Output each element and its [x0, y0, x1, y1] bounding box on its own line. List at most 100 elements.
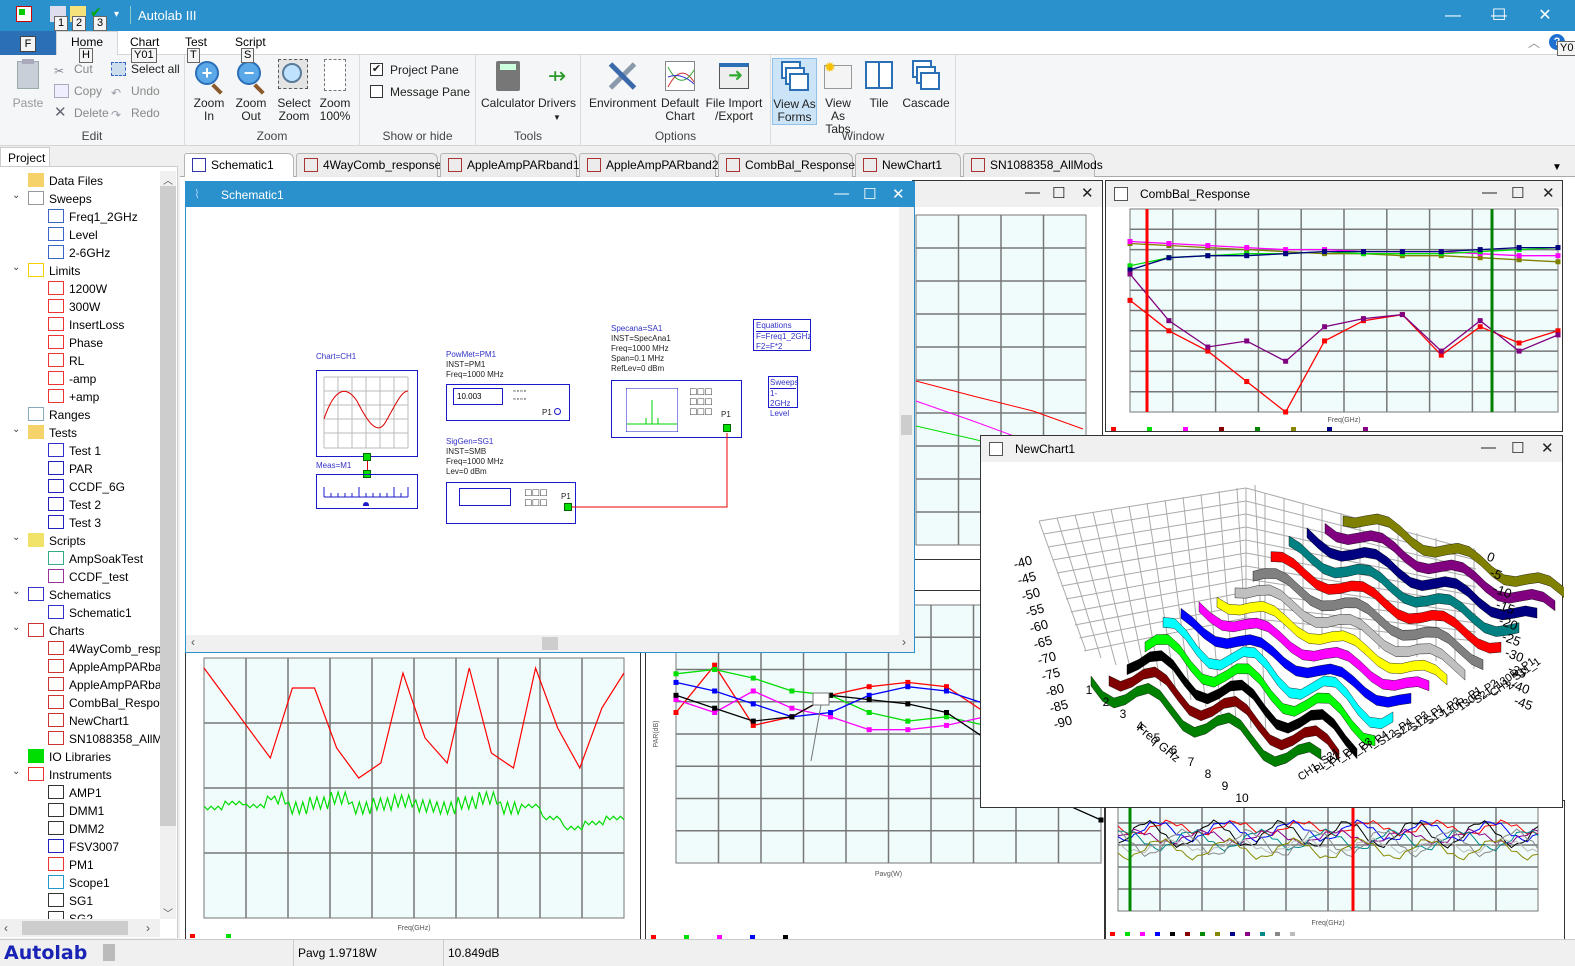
meas-block[interactable]	[316, 474, 418, 509]
tree-item-4waycomb-respo[interactable]: 4WayComb_respo	[48, 640, 168, 658]
tree-item-data-files[interactable]: Data Files	[28, 172, 103, 190]
tree-item-test-2[interactable]: Test 2	[48, 496, 101, 514]
zoom-out-button[interactable]: − Zoom Out	[231, 59, 271, 123]
tab-test[interactable]: Test	[185, 35, 207, 49]
tree-item-newchart1[interactable]: NewChart1	[48, 712, 129, 730]
tab-chart[interactable]: Chart	[130, 35, 159, 49]
maximize-button[interactable]: ☐	[1476, 0, 1522, 31]
scroll-down-icon[interactable]: ﹀	[163, 905, 173, 920]
doc-tab-newchart1[interactable]: NewChart1	[855, 153, 961, 177]
tree-item--amp[interactable]: +amp	[48, 388, 99, 406]
tree-item-level[interactable]: Level	[48, 226, 98, 244]
tree-item-io-libraries[interactable]: IO Libraries	[28, 748, 111, 766]
project-horizontal-scrollbar[interactable]: ‹ ›	[0, 919, 160, 937]
tree-item-sg1[interactable]: SG1	[48, 892, 93, 910]
tree-item-appleampparban[interactable]: AppleAmpPARban	[48, 658, 168, 676]
scroll-right-icon[interactable]: ›	[902, 635, 906, 649]
tree-item-pm1[interactable]: PM1	[48, 856, 94, 874]
equations-block[interactable]: Equations F=Freq1_2GHz F2=F*2	[753, 319, 811, 351]
paste-button[interactable]: Paste	[10, 59, 46, 110]
sweeps-block[interactable]: Sweeps 1-2GHz Level	[768, 376, 798, 418]
tree-item-dmm2[interactable]: DMM2	[48, 820, 104, 838]
doc-tab-combbal-response[interactable]: CombBal_Response	[718, 153, 855, 177]
schematic-v-thumb[interactable]	[901, 415, 912, 435]
schematic-horizontal-scrollbar[interactable]: ‹ ›	[186, 635, 914, 652]
expand-chevron-icon[interactable]: ⌄	[12, 622, 20, 633]
tree-item-instruments[interactable]: Instruments	[28, 766, 112, 784]
copy-button[interactable]: Copy	[54, 82, 102, 100]
doc-tab-4waycomb-response[interactable]: 4WayComb_response	[296, 153, 441, 177]
tree-item-ampsoaktest[interactable]: AmpSoakTest	[48, 550, 143, 568]
tree-item-scope1[interactable]: Scope1	[48, 874, 110, 892]
doc-tab-appleampparband2[interactable]: AppleAmpPARband2	[579, 153, 719, 177]
tree-item-charts[interactable]: Charts	[28, 622, 84, 640]
file-tab[interactable]: F	[0, 31, 56, 55]
schematic-form[interactable]: ⌇ Schematic1 — ☐ ✕ ‹ › Chart=CH1 Meas=M1…	[185, 181, 915, 653]
powmet-block[interactable]: 10.003 ▫▫▫▫ ▫▫▫▫ P1	[446, 384, 570, 421]
chart-form-combbal[interactable]: CombBal_Response — ☐ ✕ Freq(GHz)	[1105, 180, 1563, 432]
minimize-button-2[interactable]: —	[1430, 0, 1476, 31]
doc-tab-sn1088358-allmods[interactable]: SN1088358_AllMods	[963, 153, 1103, 177]
doc-tab-appleampparband1[interactable]: AppleAmpPARband1	[440, 153, 580, 177]
tree-item-freq1-2ghz[interactable]: Freq1_2GHz	[48, 208, 138, 226]
tree-item-phase[interactable]: Phase	[48, 334, 103, 352]
tree-item-schematics[interactable]: Schematics	[28, 586, 111, 604]
scroll-right-icon[interactable]: ›	[146, 921, 150, 935]
tree-item-test-1[interactable]: Test 1	[48, 442, 101, 460]
tab-list-dropdown-icon[interactable]: ▼	[1552, 162, 1562, 173]
select-zoom-button[interactable]: Select Zoom	[273, 59, 315, 123]
h-scroll-thumb[interactable]	[22, 921, 128, 935]
tree-item-1200w[interactable]: 1200W	[48, 280, 107, 298]
form-close-button[interactable]: ✕	[892, 185, 905, 203]
chart-form-4waycomb[interactable]: Freq(GHz)	[185, 650, 641, 940]
tree-item-rl[interactable]: RL	[48, 352, 84, 370]
tree-item--amp[interactable]: -amp	[48, 370, 96, 388]
tree-item-300w[interactable]: 300W	[48, 298, 100, 316]
project-scroll-thumb[interactable]	[160, 186, 176, 826]
siggen-block[interactable]: □□□ □□□ P1	[446, 482, 576, 524]
tree-item-appleampparban[interactable]: AppleAmpPARban	[48, 676, 168, 694]
project-pane-checkbox[interactable]: ✔ Project Pane	[370, 62, 459, 78]
tab-home-label[interactable]: Home	[71, 35, 103, 49]
close-button[interactable]: ✕	[1522, 0, 1568, 31]
tree-item-limits[interactable]: Limits	[28, 262, 80, 280]
tree-item-schematic1[interactable]: Schematic1	[48, 604, 132, 622]
tree-item-combbal-respons[interactable]: CombBal_Respons	[48, 694, 172, 712]
delete-button[interactable]: ✕ Delete	[54, 104, 109, 122]
expand-chevron-icon[interactable]: ⌄	[12, 766, 20, 777]
tree-item-ccdf-6g[interactable]: CCDF_6G	[48, 478, 125, 496]
file-import-export-button[interactable]: ➜ File Import/Export	[703, 59, 765, 123]
expand-chevron-icon[interactable]: ⌄	[12, 586, 20, 597]
tree-item-scripts[interactable]: Scripts	[28, 532, 86, 550]
schematic-h-thumb[interactable]	[542, 637, 558, 650]
expand-chevron-icon[interactable]: ⌄	[12, 424, 20, 435]
expand-chevron-icon[interactable]: ⌄	[12, 190, 20, 201]
scroll-left-icon[interactable]: ‹	[191, 635, 195, 649]
zoom-in-button[interactable]: + Zoom In	[189, 59, 229, 123]
schematic-vertical-scrollbar[interactable]	[899, 207, 914, 635]
form-minimize-button[interactable]: —	[834, 185, 849, 202]
doc-tab-schematic1[interactable]: Schematic1 ✕	[184, 153, 294, 196]
expand-chevron-icon[interactable]: ⌄	[12, 532, 20, 543]
view-as-tabs-button[interactable]: ✹ View As Tabs	[818, 59, 858, 136]
tree-item-fsv3007[interactable]: FSV3007	[48, 838, 119, 856]
tab-script[interactable]: Script	[235, 35, 266, 49]
redo-button[interactable]: ↷ Redo	[111, 104, 160, 122]
project-pane-tab[interactable]: Project	[0, 147, 50, 167]
environment-button[interactable]: Environment	[589, 59, 656, 110]
tree-item-ccdf-test[interactable]: CCDF_test	[48, 568, 128, 586]
view-as-forms-button[interactable]: View As Forms	[772, 58, 817, 125]
default-chart-button[interactable]: Default Chart	[657, 59, 703, 123]
undo-button[interactable]: ↶ Undo	[111, 82, 160, 100]
chart-form-newchart1[interactable]: NewChart1 — ☐ ✕ -40 -45 -50 -55 -60 -65 -70 -75…	[980, 435, 1564, 808]
tree-item-tests[interactable]: Tests	[28, 424, 77, 442]
tree-item-insertloss[interactable]: InsertLoss	[48, 316, 124, 334]
expand-chevron-icon[interactable]: ⌄	[12, 262, 20, 273]
tree-item-2-6ghz[interactable]: 2-6GHz	[48, 244, 110, 262]
drivers-button[interactable]: ⇸ Drivers ▼	[536, 59, 578, 124]
form-maximize-button[interactable]: ☐	[863, 185, 876, 203]
scroll-left-icon[interactable]: ‹	[4, 921, 8, 935]
tile-button[interactable]: Tile	[861, 59, 897, 110]
tree-item-amp1[interactable]: AMP1	[48, 784, 102, 802]
collapse-ribbon-icon[interactable]: ︿	[1528, 34, 1540, 51]
